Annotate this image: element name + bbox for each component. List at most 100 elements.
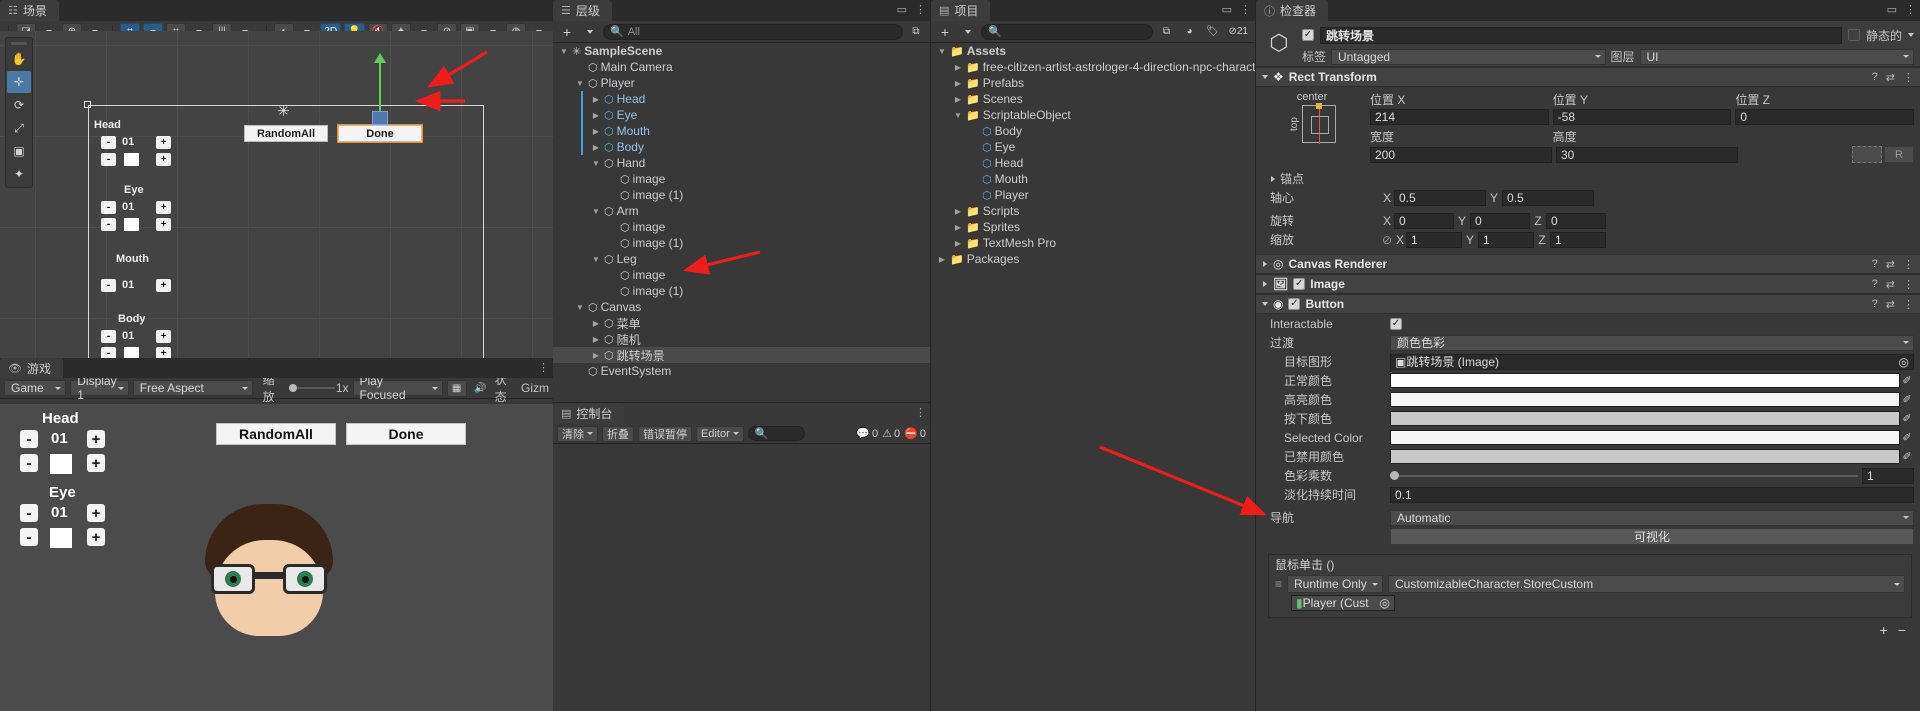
chevron-right-icon[interactable]: ▶ bbox=[591, 95, 601, 104]
hierarchy-item-arm[interactable]: ▼ ⬡ Arm bbox=[553, 203, 930, 219]
hierarchy-item-[interactable]: ▶ ⬡ 菜单 bbox=[553, 315, 930, 331]
game-tab-options[interactable]: ⋮ bbox=[538, 361, 549, 374]
kebab-icon[interactable]: ⋮ bbox=[915, 3, 926, 16]
hierarchy-item-main-camera[interactable]: ⬡ Main Camera bbox=[553, 59, 930, 75]
scene-tool-palette[interactable]: ✋ ✛ ⟳ ⤢ ▣ ✦ bbox=[5, 37, 33, 188]
maximize-icon[interactable]: ▭ bbox=[1887, 3, 1897, 16]
game-eye-minus2[interactable]: - bbox=[20, 528, 38, 546]
game-head-minus2[interactable]: - bbox=[20, 454, 38, 472]
rect-transform-header[interactable]: ❖ Rect Transform ? ⇄ ⋮ bbox=[1256, 67, 1920, 87]
hierarchy-item-[interactable]: ▶ ⬡ 随机 bbox=[553, 331, 930, 347]
raw-edit-toggle[interactable] bbox=[1852, 146, 1882, 163]
hierarchy-item-eye[interactable]: ▶ ⬡ Eye bbox=[553, 107, 930, 123]
visualize-button[interactable]: 可视化 bbox=[1390, 528, 1914, 545]
static-checkbox[interactable] bbox=[1847, 29, 1860, 41]
scene-head-color-swatch[interactable] bbox=[124, 153, 139, 166]
hierarchy-item-image[interactable]: ⬡ image bbox=[553, 267, 930, 283]
scene-head-minus[interactable]: - bbox=[101, 136, 116, 149]
event-function-dropdown[interactable]: CustomizableCharacter.StoreCustom bbox=[1388, 575, 1905, 593]
pivot-y-field[interactable]: 0.5 bbox=[1502, 189, 1594, 206]
kebab-icon[interactable]: ⋮ bbox=[1905, 3, 1916, 16]
chevron-right-icon[interactable]: ▶ bbox=[953, 95, 963, 104]
object-picker-icon[interactable]: ◎ bbox=[1899, 355, 1909, 369]
project-item-assets[interactable]: ▼ 📁 Assets bbox=[931, 43, 1255, 59]
console-errorpause-button[interactable]: 错误暂停 bbox=[638, 425, 692, 442]
scene-mouth-plus[interactable]: + bbox=[156, 279, 171, 292]
hierarchy-item-player[interactable]: ▼ ⬡ Player bbox=[553, 75, 930, 91]
preset-icon[interactable]: ⇄ bbox=[1886, 258, 1895, 271]
scale-y-field[interactable]: 1 bbox=[1478, 231, 1534, 248]
image-component-header[interactable]: 🖼 ✓ Image ? ⇄ ⋮ bbox=[1256, 274, 1920, 294]
hierarchy-item-image[interactable]: ⬡ image bbox=[553, 219, 930, 235]
hierarchy-item-hand[interactable]: ▼ ⬡ Hand bbox=[553, 155, 930, 171]
anchor-preset-widget[interactable] bbox=[1301, 103, 1336, 144]
project-item-mouth[interactable]: ⬡ Mouth bbox=[931, 171, 1255, 187]
project-item-free-citizen-artist-astrologer-4-direction-npc-character-pac[interactable]: ▶ 📁 free-citizen-artist-astrologer-4-direc… bbox=[931, 59, 1255, 75]
chevron-right-icon[interactable]: ▶ bbox=[591, 127, 601, 136]
game-randomall-button[interactable]: RandomAll bbox=[216, 423, 336, 445]
game-display-dropdown[interactable]: Display 1 bbox=[70, 374, 129, 402]
eyedropper-icon[interactable]: ✐ bbox=[1900, 412, 1914, 425]
project-item-packages[interactable]: ▶ 📁 Packages bbox=[931, 251, 1255, 267]
preset-icon[interactable]: ⇄ bbox=[1886, 71, 1895, 84]
hierarchy-item-image-1[interactable]: ⬡ image (1) bbox=[553, 235, 930, 251]
project-search-expand[interactable]: ⧉ bbox=[1156, 23, 1176, 40]
project-add-dropdown[interactable] bbox=[958, 23, 978, 40]
chevron-right-icon[interactable]: ▶ bbox=[591, 111, 601, 120]
object-enabled-checkbox[interactable]: ✓ bbox=[1302, 29, 1314, 41]
eyedropper-icon[interactable]: ✐ bbox=[1900, 450, 1914, 463]
scene-body-color-swatch[interactable] bbox=[124, 347, 139, 358]
project-item-head[interactable]: ⬡ Head bbox=[931, 155, 1255, 171]
hierarchy-item-image-1[interactable]: ⬡ image (1) bbox=[553, 283, 930, 299]
anchors-expand-icon[interactable] bbox=[1271, 175, 1275, 182]
console-editor-dropdown[interactable]: Editor bbox=[696, 425, 744, 442]
project-item-scriptableobject[interactable]: ▼ 📁 ScriptableObject bbox=[931, 107, 1255, 123]
scene-viewport[interactable]: ✋ ✛ ⟳ ⤢ ▣ ✦ ✳ Head - 01 + - + Eye - 01 +… bbox=[0, 31, 553, 358]
chevron-down-icon[interactable]: ▼ bbox=[591, 207, 601, 216]
rot-z-field[interactable]: 0 bbox=[1546, 212, 1606, 229]
tab-scene[interactable]: ☷ 场景 bbox=[0, 0, 59, 21]
console-error-count[interactable]: ⛔ 0 bbox=[904, 427, 926, 441]
game-head-color-swatch[interactable] bbox=[50, 454, 72, 474]
eyedropper-icon[interactable]: ✐ bbox=[1900, 431, 1914, 444]
game-scale-slider[interactable] bbox=[289, 383, 336, 393]
chevron-right-icon[interactable]: ▶ bbox=[591, 143, 601, 152]
tab-console[interactable]: ▤ 控制台 bbox=[553, 403, 625, 424]
static-dropdown-icon[interactable] bbox=[1908, 33, 1914, 37]
navigation-dropdown[interactable]: Automatic bbox=[1390, 509, 1914, 526]
object-name-field[interactable]: 跳转场景 bbox=[1320, 26, 1842, 44]
highlight-color-swatch[interactable] bbox=[1390, 392, 1900, 407]
game-aspect-dropdown[interactable]: Free Aspect bbox=[132, 380, 253, 396]
tab-game[interactable]: 👁 游戏 bbox=[0, 358, 63, 378]
scene-head-minus2[interactable]: - bbox=[101, 153, 116, 166]
console-warn-count[interactable]: ⚠ 0 bbox=[882, 427, 900, 441]
kebab-icon[interactable]: ⋮ bbox=[1240, 3, 1251, 16]
project-item-prefabs[interactable]: ▶ 📁 Prefabs bbox=[931, 75, 1255, 91]
hierarchy-item-head[interactable]: ▶ ⬡ Head bbox=[553, 91, 930, 107]
tab-project[interactable]: ▤ 项目 bbox=[931, 0, 991, 21]
scale-tool[interactable]: ⤢ bbox=[7, 117, 31, 139]
console-clear-button[interactable]: 清除 bbox=[557, 425, 598, 442]
preset-icon[interactable]: ⇄ bbox=[1886, 298, 1895, 311]
remove-event-button[interactable]: − bbox=[1898, 622, 1906, 638]
hierarchy-item-samplescene[interactable]: ▼ ✳ SampleScene bbox=[553, 43, 930, 59]
hierarchy-item-leg[interactable]: ▼ ⬡ Leg bbox=[553, 251, 930, 267]
console-log-area[interactable] bbox=[553, 444, 930, 711]
chevron-right-icon[interactable]: ▶ bbox=[953, 79, 963, 88]
kebab-icon[interactable]: ⋮ bbox=[1903, 298, 1914, 311]
game-head-minus[interactable]: - bbox=[20, 430, 38, 448]
hierarchy-search-options[interactable]: ⧉ bbox=[906, 23, 926, 40]
console-log-count[interactable]: 💬 0 bbox=[856, 427, 878, 441]
scale-x-field[interactable]: 1 bbox=[1406, 231, 1462, 248]
project-search-input[interactable]: 🔍 bbox=[981, 23, 1154, 40]
chevron-down-icon[interactable]: ▼ bbox=[591, 159, 601, 168]
rect-tool[interactable]: ▣ bbox=[7, 140, 31, 162]
chevron-right-icon[interactable]: ▶ bbox=[953, 63, 963, 72]
kebab-icon[interactable]: ⋮ bbox=[1903, 278, 1914, 291]
collapse-arrow-icon[interactable] bbox=[1263, 281, 1267, 287]
reorder-handle-icon[interactable]: ≡ bbox=[1275, 577, 1282, 591]
game-viewport[interactable]: Head - 01 + - + Eye - 01 + - + RandomAll… bbox=[0, 404, 553, 711]
scale-z-field[interactable]: 1 bbox=[1550, 231, 1606, 248]
scene-body-plus2[interactable]: + bbox=[156, 347, 171, 358]
fade-duration-field[interactable]: 0.1 bbox=[1390, 486, 1914, 503]
